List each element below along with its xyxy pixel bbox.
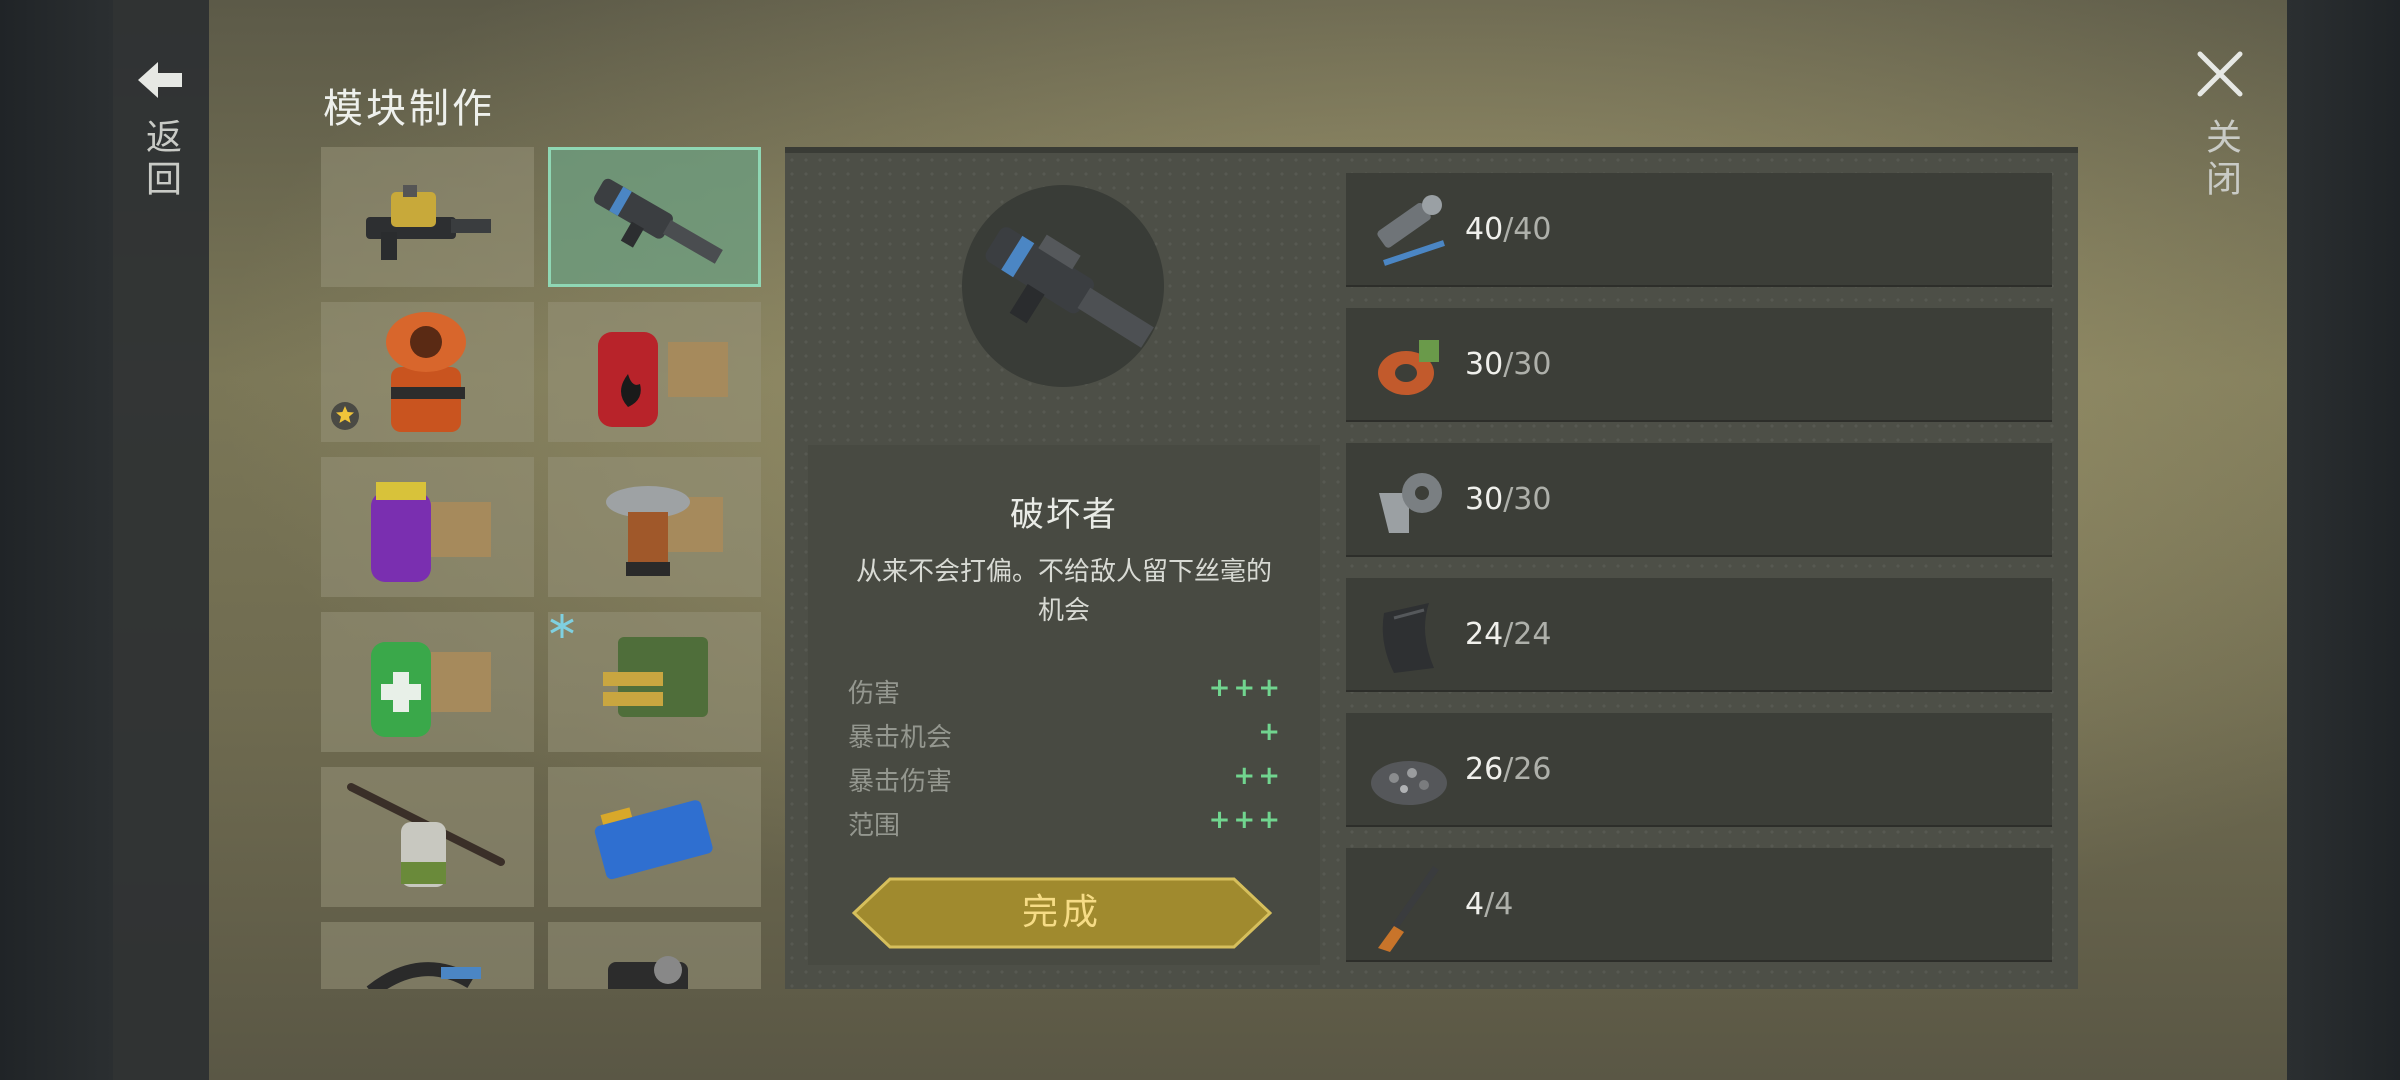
module-wire[interactable]	[321, 922, 534, 989]
right-edge	[2287, 0, 2400, 1080]
stat-value: +++	[1208, 673, 1283, 703]
have-count: 24	[1465, 617, 1504, 652]
close-button[interactable]: 关闭	[2185, 48, 2255, 238]
propeller-motor-icon	[347, 783, 505, 887]
module-ammo-box[interactable]	[548, 612, 761, 752]
destroyer-gun-icon	[594, 178, 723, 264]
module-mechanism[interactable]	[548, 922, 761, 989]
stat-label: 范围	[848, 811, 901, 841]
mechanism-icon	[608, 956, 688, 989]
purple-canister-icon	[371, 482, 491, 582]
wire-icon	[366, 962, 481, 989]
back-button[interactable]: 返回	[130, 60, 190, 240]
have-count: 40	[1465, 212, 1504, 247]
stat-range: 范围 +++	[848, 805, 1283, 845]
stat-crit-chance: 暴击机会 +	[848, 717, 1283, 757]
machine-gun-icon	[366, 185, 491, 260]
back-arrow-icon	[138, 62, 182, 98]
metal-sheet-icon	[1382, 603, 1434, 673]
medkit-canister-icon	[371, 642, 491, 737]
gravel-pile-icon	[1371, 761, 1447, 805]
module-medkit-canister[interactable]	[321, 612, 534, 752]
material-count: 4/4	[1465, 848, 1513, 962]
module-propeller-motor[interactable]	[321, 767, 534, 907]
module-grid	[321, 147, 763, 989]
material-row: 24/24	[1346, 578, 2052, 692]
complete-label: 完成	[1021, 892, 1102, 933]
item-description: 从来不会打偏。不给敌人留下丝毫的机会	[855, 557, 1272, 626]
snowflake-icon	[550, 614, 574, 638]
need-count: /40	[1503, 212, 1552, 247]
gear-bracket-icon	[1379, 473, 1442, 533]
material-count: 30/30	[1465, 443, 1551, 557]
material-row: 30/30	[1346, 308, 2052, 422]
stat-value: +++	[1208, 805, 1283, 835]
fire-canister-icon	[598, 332, 728, 427]
stat-label: 暴击机会	[848, 723, 953, 753]
have-count: 30	[1465, 347, 1504, 382]
material-count: 26/26	[1465, 713, 1551, 827]
module-fire-canister[interactable]	[548, 302, 761, 442]
stat-value: ++	[1233, 761, 1283, 791]
item-name: 破坏者	[1010, 495, 1118, 535]
material-row: 4/4	[1346, 848, 2052, 962]
battery-icon	[594, 800, 713, 880]
copper-coil-icon	[1378, 340, 1439, 395]
close-label: 关闭	[2200, 118, 2241, 202]
module-machine-gun[interactable]	[321, 147, 534, 287]
stat-label: 暴击伤害	[848, 767, 953, 797]
page-title: 模块制作	[323, 86, 495, 132]
have-count: 30	[1465, 482, 1504, 517]
destroyer-gun-large-icon	[985, 227, 1154, 348]
have-count: 26	[1465, 752, 1504, 787]
material-count: 40/40	[1465, 173, 1551, 287]
stat-damage: 伤害 +++	[848, 673, 1283, 713]
stat-crit-damage: 暴击伤害 ++	[848, 761, 1283, 801]
module-tesla-coil[interactable]	[548, 457, 761, 597]
rifle-icon	[1378, 865, 1439, 952]
have-count: 4	[1465, 887, 1485, 922]
material-row: 26/26	[1346, 713, 2052, 827]
left-edge	[0, 0, 113, 1080]
module-orange-engine[interactable]	[321, 302, 534, 442]
star-icon	[336, 406, 354, 423]
gun-parts-icon	[1377, 195, 1445, 266]
module-destroyer[interactable]	[548, 147, 761, 287]
back-label: 返回	[140, 118, 181, 202]
material-count: 30/30	[1465, 308, 1551, 422]
need-count: /30	[1503, 347, 1552, 382]
star-badge	[331, 402, 359, 430]
stat-value: +	[1258, 717, 1283, 747]
material-count: 24/24	[1465, 578, 1551, 692]
module-purple-canister[interactable]	[321, 457, 534, 597]
item-preview	[962, 185, 1164, 387]
module-battery[interactable]	[548, 767, 761, 907]
need-count: /24	[1503, 617, 1552, 652]
tesla-coil-icon	[606, 486, 723, 576]
ammo-box-icon	[603, 637, 708, 717]
material-row: 30/30	[1346, 443, 2052, 557]
complete-button[interactable]: 完成	[852, 877, 1272, 949]
stat-label: 伤害	[848, 679, 901, 709]
need-count: /4	[1484, 887, 1514, 922]
need-count: /26	[1503, 752, 1552, 787]
material-row: 40/40	[1346, 173, 2052, 287]
close-icon	[2197, 51, 2243, 97]
need-count: /30	[1503, 482, 1552, 517]
